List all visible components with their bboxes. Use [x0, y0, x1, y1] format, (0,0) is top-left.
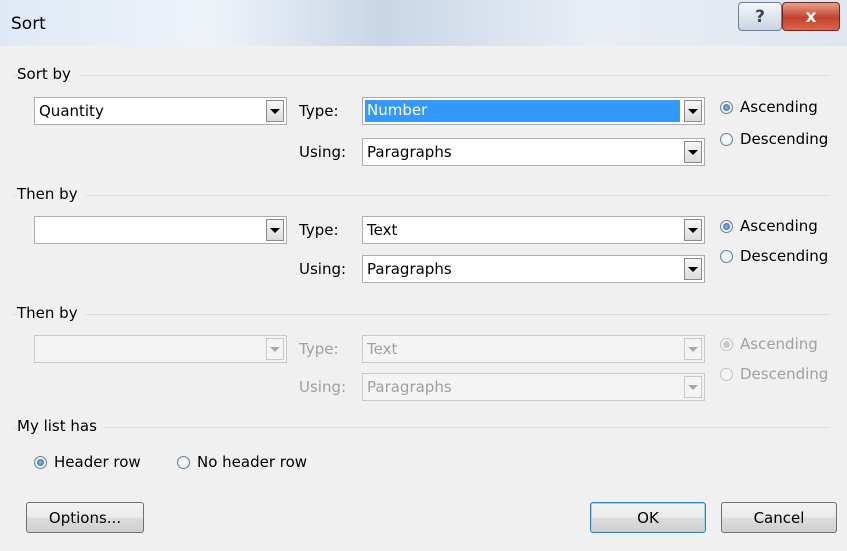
chevron-down-icon: [266, 338, 284, 360]
then-by-2-ascending-radio: Ascending: [720, 335, 818, 353]
then-by-type-select[interactable]: Text: [362, 216, 705, 244]
then-by-descending-label: Descending: [740, 247, 829, 265]
then-by-using-value: Paragraphs: [367, 260, 452, 278]
then-by-using-label: Using:: [299, 260, 347, 278]
sort-by-using-label: Using:: [299, 143, 347, 161]
sort-by-descending-radio[interactable]: Descending: [720, 130, 828, 148]
then-by-using-select[interactable]: Paragraphs: [362, 255, 705, 283]
sort-by-field-value: Quantity: [39, 102, 104, 120]
then-by-field-select[interactable]: [34, 216, 287, 244]
header-row-label: Header row: [54, 453, 141, 471]
close-button[interactable]: x: [782, 2, 840, 31]
radio-selected-icon: [720, 337, 733, 351]
then-by-2-type-label: Type:: [299, 340, 339, 358]
chevron-down-icon: [684, 376, 702, 398]
radio-unselected-icon: [177, 455, 190, 469]
ok-button[interactable]: OK: [590, 502, 706, 533]
no-header-row-label: No header row: [197, 453, 308, 471]
sort-by-label: Sort by: [17, 65, 79, 83]
divider: [13, 314, 830, 315]
then-by-2-label: Then by: [17, 304, 86, 322]
sort-by-using-value: Paragraphs: [367, 143, 452, 161]
radio-unselected-icon: [720, 367, 733, 381]
chevron-down-icon[interactable]: [684, 219, 702, 241]
sort-dialog: Sort ? x Sort by Quantity Type: Number U…: [0, 0, 847, 551]
chevron-down-icon[interactable]: [684, 100, 702, 122]
divider: [13, 195, 830, 196]
then-by-type-value: Text: [367, 221, 398, 239]
then-by-ascending-radio[interactable]: Ascending: [720, 217, 818, 235]
then-by-2-using-label: Using:: [299, 378, 347, 396]
header-row-radio[interactable]: Header row: [34, 453, 141, 471]
radio-selected-icon: [34, 455, 47, 469]
close-icon: x: [805, 6, 817, 27]
dialog-body: Sort by Quantity Type: Number Using: Par…: [7, 46, 840, 544]
sort-by-field-select[interactable]: Quantity: [34, 97, 287, 125]
chevron-down-icon[interactable]: [684, 141, 702, 163]
sort-by-type-label: Type:: [299, 102, 339, 120]
help-icon: ?: [755, 6, 765, 27]
then-by-type-label: Type:: [299, 221, 339, 239]
sort-by-ascending-radio[interactable]: Ascending: [720, 98, 818, 116]
sort-by-type-value: Number: [365, 100, 680, 122]
chevron-down-icon[interactable]: [684, 258, 702, 280]
dialog-title: Sort: [11, 14, 46, 34]
sort-by-ascending-label: Ascending: [740, 98, 818, 116]
then-by-ascending-label: Ascending: [740, 217, 818, 235]
chevron-down-icon: [684, 338, 702, 360]
then-by-2-using-value: Paragraphs: [367, 378, 452, 396]
radio-unselected-icon: [720, 132, 733, 146]
then-by-2-descending-radio: Descending: [720, 365, 828, 383]
then-by-label: Then by: [17, 185, 86, 203]
cancel-button[interactable]: Cancel: [721, 502, 837, 533]
then-by-2-type-value: Text: [367, 340, 398, 358]
chevron-down-icon[interactable]: [266, 100, 284, 122]
radio-selected-icon: [720, 100, 733, 114]
then-by-descending-radio[interactable]: Descending: [720, 247, 828, 265]
title-bar[interactable]: Sort ? x: [0, 0, 847, 46]
no-header-row-radio[interactable]: No header row: [177, 453, 307, 471]
then-by-2-using-select: Paragraphs: [362, 373, 705, 401]
help-button[interactable]: ?: [738, 2, 782, 31]
then-by-2-type-select: Text: [362, 335, 705, 363]
then-by-2-descending-label: Descending: [740, 365, 829, 383]
divider: [13, 75, 830, 76]
sort-by-descending-label: Descending: [740, 130, 829, 148]
options-button[interactable]: Options...: [26, 502, 144, 533]
divider: [13, 427, 830, 428]
radio-unselected-icon: [720, 249, 733, 263]
then-by-2-ascending-label: Ascending: [740, 335, 818, 353]
sort-by-using-select[interactable]: Paragraphs: [362, 138, 705, 166]
then-by-2-field-select: [34, 335, 287, 363]
radio-selected-icon: [720, 219, 733, 233]
my-list-has-label: My list has: [17, 417, 105, 435]
sort-by-type-select[interactable]: Number: [362, 97, 705, 125]
chevron-down-icon[interactable]: [266, 219, 284, 241]
